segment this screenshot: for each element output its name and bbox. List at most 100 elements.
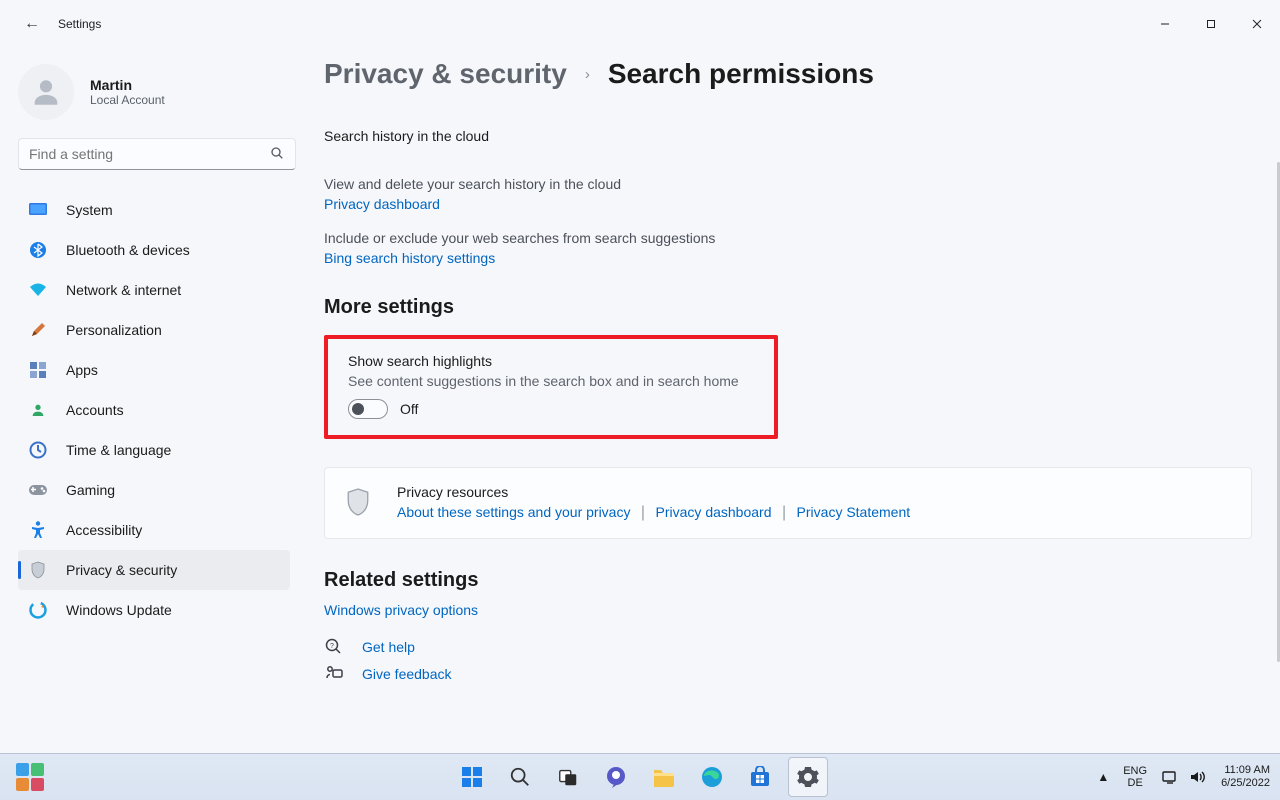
privacy-statement-link[interactable]: Privacy Statement [797,504,911,520]
sidebar-item-label: Gaming [66,482,115,498]
window-title: Settings [58,17,101,31]
gear-icon [796,765,820,789]
windows-icon [460,765,484,789]
cloud-history-title: Search history in the cloud [324,128,1256,144]
accessibility-icon [28,521,48,539]
related-settings-heading: Related settings [324,569,1256,592]
search-input-wrapper[interactable] [18,138,296,170]
sidebar-item-label: Apps [66,362,98,378]
store-icon [749,766,771,788]
gaming-icon [28,483,48,497]
cloud-history-desc: View and delete your search history in t… [324,176,1256,192]
sidebar-item-label: Personalization [66,322,162,338]
widgets-button[interactable] [10,757,50,797]
update-icon [28,601,48,619]
sidebar-item-label: Bluetooth & devices [66,242,190,258]
privacy-dashboard-card-link[interactable]: Privacy dashboard [656,504,772,520]
avatar [18,64,74,120]
file-explorer-button[interactable] [644,757,684,797]
sidebar-item-label: System [66,202,113,218]
highlight-title: Show search highlights [348,353,754,369]
about-settings-link[interactable]: About these settings and your privacy [397,504,630,520]
sidebar-item-label: Accounts [66,402,124,418]
sidebar-item-system[interactable]: System [18,190,290,230]
sidebar-item-network[interactable]: Network & internet [18,270,290,310]
give-feedback-row[interactable]: Give feedback [324,666,1256,682]
sidebar-item-label: Privacy & security [66,562,177,578]
highlight-sub: See content suggestions in the search bo… [348,373,754,389]
toggle-state-label: Off [400,401,418,417]
profile-block[interactable]: Martin Local Account [18,64,290,120]
store-button[interactable] [740,757,780,797]
help-icon: ? [324,638,344,656]
start-button[interactable] [452,757,492,797]
clock-globe-icon [28,441,48,459]
chevron-right-icon: › [585,66,590,83]
maximize-button[interactable] [1188,8,1234,40]
get-help-link[interactable]: Get help [362,639,415,655]
sidebar-item-apps[interactable]: Apps [18,350,290,390]
language-indicator[interactable]: ENG DE [1123,765,1147,789]
more-settings-heading: More settings [324,296,1256,319]
svg-text:?: ? [330,643,334,650]
shield-icon [345,487,371,517]
get-help-row[interactable]: ? Get help [324,638,1256,656]
sidebar-item-gaming[interactable]: Gaming [18,470,290,510]
profile-sub: Local Account [90,93,165,107]
widgets-icon [16,763,44,791]
sidebar-item-accessibility[interactable]: Accessibility [18,510,290,550]
taskbar-search-button[interactable] [500,757,540,797]
profile-name: Martin [90,77,165,93]
network-tray-icon[interactable] [1161,769,1179,785]
clock[interactable]: 11:09 AM 6/25/2022 [1221,764,1270,790]
tray-overflow-button[interactable]: ▲ [1097,770,1109,784]
taskview-icon [557,766,579,788]
sidebar-item-windows-update[interactable]: Windows Update [18,590,290,630]
sidebar: Martin Local Account System Bluetooth & … [0,48,300,753]
breadcrumb: Privacy & security › Search permissions [324,58,1256,90]
sidebar-item-time-language[interactable]: Time & language [18,430,290,470]
breadcrumb-current: Search permissions [608,58,874,90]
edge-icon [700,765,724,789]
minimize-button[interactable] [1142,8,1188,40]
sidebar-item-label: Windows Update [66,602,172,618]
privacy-dashboard-link[interactable]: Privacy dashboard [324,196,1256,212]
edge-button[interactable] [692,757,732,797]
bing-history-link[interactable]: Bing search history settings [324,250,1256,266]
close-button[interactable] [1234,8,1280,40]
web-search-desc: Include or exclude your web searches fro… [324,230,1256,246]
breadcrumb-parent[interactable]: Privacy & security [324,58,567,90]
apps-icon [28,362,48,378]
system-icon [28,203,48,217]
teams-chat-button[interactable] [596,757,636,797]
feedback-icon [324,666,344,682]
sidebar-item-bluetooth[interactable]: Bluetooth & devices [18,230,290,270]
folder-icon [652,767,676,787]
task-view-button[interactable] [548,757,588,797]
card-title: Privacy resources [397,484,910,500]
search-icon [509,766,531,788]
sidebar-item-label: Accessibility [66,522,142,538]
highlight-annotation-box: Show search highlights See content sugge… [324,335,778,439]
sidebar-item-privacy-security[interactable]: Privacy & security [18,550,290,590]
search-input[interactable] [29,146,261,162]
volume-tray-icon[interactable] [1189,769,1207,785]
back-button[interactable]: ← [24,15,40,33]
sidebar-item-label: Time & language [66,442,171,458]
search-highlights-toggle[interactable] [348,399,388,419]
shield-icon [28,561,48,579]
content-area: Privacy & security › Search permissions … [300,48,1280,753]
brush-icon [28,321,48,339]
sidebar-item-label: Network & internet [66,282,181,298]
titlebar: ← Settings [0,0,1280,48]
windows-privacy-options-link[interactable]: Windows privacy options [324,602,1256,618]
sidebar-item-personalization[interactable]: Personalization [18,310,290,350]
search-icon [269,145,285,166]
taskbar: ▲ ENG DE 11:09 AM 6/25/2022 [0,753,1280,800]
sidebar-item-accounts[interactable]: Accounts [18,390,290,430]
wifi-icon [28,283,48,297]
privacy-resources-card: Privacy resources About these settings a… [324,467,1252,539]
settings-taskbar-button[interactable] [788,757,828,797]
give-feedback-link[interactable]: Give feedback [362,666,452,682]
chat-icon [604,765,628,789]
